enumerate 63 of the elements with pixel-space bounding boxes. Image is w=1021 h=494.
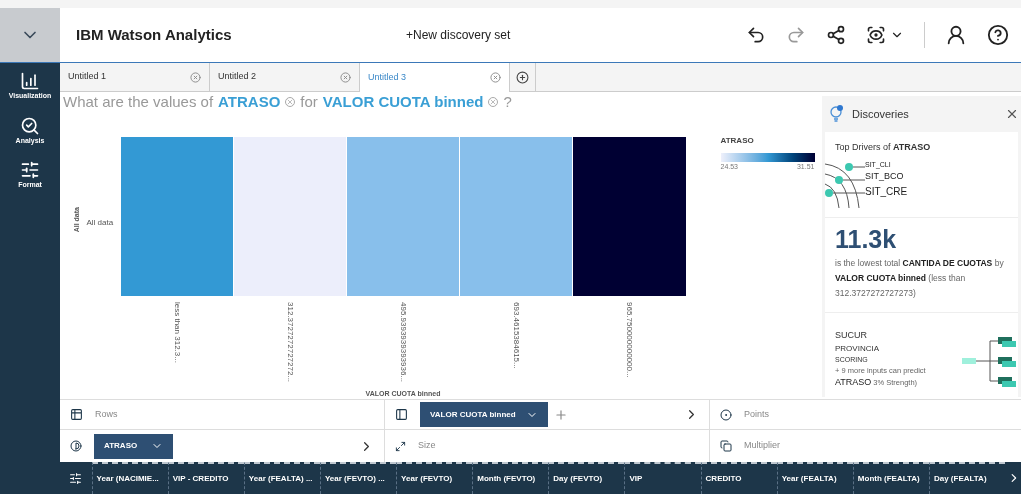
redo-icon[interactable] [786, 25, 806, 45]
shelf-label: Multiplier [744, 439, 780, 453]
input-label: PROVINCIA [835, 342, 880, 355]
field-item[interactable]: VIP - CREDITO [167, 462, 244, 494]
axis-label: 495.9393939393936... [398, 302, 409, 383]
row-label: All data [86, 217, 115, 229]
points-icon [720, 408, 732, 421]
field-chip[interactable]: VALOR CUOTA binned [420, 402, 548, 427]
field-item[interactable]: Day (FEALTA) [928, 462, 1006, 494]
field-item[interactable]: Year (FEALTA) [776, 462, 853, 494]
color-icon [70, 440, 82, 452]
stat-value: 11.3k [835, 224, 898, 254]
sliders-icon [20, 160, 40, 180]
field-item[interactable]: Month (FEALTA) [852, 462, 929, 494]
field-item[interactable]: Year (FEALTA) ... [243, 462, 320, 494]
search-icon [20, 115, 40, 136]
app-title: IBM Watson Analytics [76, 24, 233, 45]
shelf-label: Rows [95, 407, 118, 421]
field-item[interactable]: Year (FEVTO) [396, 462, 473, 494]
multiplier-icon [720, 440, 732, 452]
driver-label: SIT_CRE [865, 184, 908, 199]
shelf-label: Points [744, 407, 769, 421]
question-text: What are the values of ATRASO for VALOR CUOTA binned ? [62, 92, 513, 112]
field-item[interactable]: Day (FEVTO) [548, 462, 625, 494]
add-tab-icon[interactable] [516, 70, 529, 84]
lightbulb-icon [830, 105, 844, 123]
close-icon[interactable] [1005, 107, 1019, 121]
share-icon[interactable] [826, 25, 846, 45]
field-item[interactable]: Year (NACIMIE... [91, 462, 168, 494]
axis-label: 693.4615384615... [511, 302, 522, 372]
field-item[interactable]: Month (FEVTO) [472, 462, 549, 494]
input-label: SUCUR [835, 329, 868, 342]
tab[interactable]: Untitled 1 [60, 63, 210, 91]
size-icon [395, 440, 406, 452]
columns-icon [395, 408, 408, 421]
bar-chart-icon [20, 71, 40, 91]
field-item[interactable]: Year (FEVTO) ... [319, 462, 397, 494]
undo-icon[interactable] [746, 25, 766, 45]
drivers-title: Top Drivers of ATRASO [835, 141, 932, 154]
sliders-icon[interactable] [69, 471, 83, 485]
rows-icon [70, 408, 83, 421]
legend-title: ATRASO [720, 135, 755, 147]
menu-toggle-button[interactable] [0, 8, 60, 62]
driver-label: SIT_BCO [865, 170, 905, 183]
panel-title: Discoveries [852, 106, 910, 122]
axis-label: less than 312.3... [172, 302, 183, 366]
field-item[interactable]: CREDITO [700, 462, 777, 494]
capture-icon [866, 25, 886, 45]
new-discovery-set-link[interactable]: +New discovery set [406, 26, 511, 44]
stat-description: is the lowest total CANTIDA DE CUOTAS by VALOR CUOTA binned (less than 312.3727272727273) [835, 257, 1005, 300]
help-icon[interactable] [987, 24, 1009, 46]
axis-label: 312.3727272727272... [285, 302, 296, 383]
tab[interactable]: Untitled 3 [360, 63, 510, 92]
field-item[interactable]: VIP [624, 462, 701, 494]
target-label: ATRASO [835, 376, 872, 390]
field-chip[interactable]: ATRASO [94, 433, 174, 459]
close-tab-icon[interactable] [190, 71, 201, 83]
capture-menu-button[interactable] [866, 25, 904, 45]
user-icon[interactable] [945, 24, 967, 46]
shelf-label: Size [418, 439, 436, 453]
close-tab-icon[interactable] [490, 72, 501, 83]
axis-label: 965.750000000000... [624, 302, 635, 381]
close-tab-icon[interactable] [340, 71, 351, 83]
